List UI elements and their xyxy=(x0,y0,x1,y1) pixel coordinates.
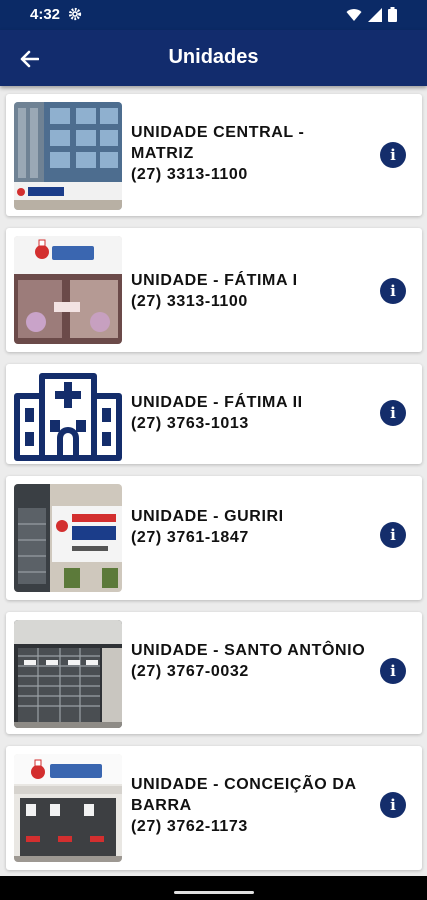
unit-name: UNIDADE - FÁTIMA I xyxy=(131,272,298,289)
unit-photo xyxy=(14,754,122,862)
info-button[interactable]: i xyxy=(380,792,406,818)
unit-name: UNIDADE - GURIRI xyxy=(131,508,284,525)
info-icon: i xyxy=(390,795,396,814)
unit-phone[interactable]: (27) 3313-1100 xyxy=(131,291,371,312)
unit-name: UNIDADE - CONCEIÇÃO DA BARRA xyxy=(131,776,357,814)
info-button[interactable]: i xyxy=(380,400,406,426)
info-button[interactable]: i xyxy=(380,522,406,548)
unit-name: UNIDADE CENTRAL - MATRIZ xyxy=(131,124,305,162)
battery-icon xyxy=(388,7,397,22)
signal-icon xyxy=(368,7,382,22)
unit-card-central-matriz[interactable]: UNIDADE CENTRAL - MATRIZ (27) 3313-1100 … xyxy=(6,94,422,216)
unit-phone[interactable]: (27) 3767-0032 xyxy=(131,661,371,682)
settings-gear-icon xyxy=(68,7,82,21)
info-button[interactable]: i xyxy=(380,142,406,168)
status-time: 4:32 xyxy=(30,6,61,23)
units-list[interactable]: UNIDADE CENTRAL - MATRIZ (27) 3313-1100 … xyxy=(0,86,427,876)
info-button[interactable]: i xyxy=(380,658,406,684)
home-gesture-handle[interactable] xyxy=(174,891,254,894)
unit-photo xyxy=(14,620,122,728)
unit-card-guriri[interactable]: UNIDADE - GURIRI (27) 3761-1847 i xyxy=(6,476,422,600)
unit-name: UNIDADE - FÁTIMA II xyxy=(131,394,303,411)
info-button[interactable]: i xyxy=(380,278,406,304)
unit-photo xyxy=(14,484,122,592)
unit-phone[interactable]: (27) 3761-1847 xyxy=(131,527,371,548)
hospital-building-icon xyxy=(14,366,122,462)
info-icon: i xyxy=(390,661,396,680)
page-title: Unidades xyxy=(168,46,259,68)
info-icon: i xyxy=(390,145,396,164)
unit-card-fatima-ii[interactable]: UNIDADE - FÁTIMA II (27) 3763-1013 i xyxy=(6,364,422,464)
unit-photo xyxy=(14,102,122,210)
unit-card-santo-antonio[interactable]: UNIDADE - SANTO ANTÔNIO (27) 3767-0032 i xyxy=(6,612,422,734)
unit-phone[interactable]: (27) 3763-1013 xyxy=(131,413,371,434)
unit-phone[interactable]: (27) 3313-1100 xyxy=(131,164,371,185)
system-navigation-bar xyxy=(0,876,427,900)
info-icon: i xyxy=(390,281,396,300)
wifi-icon xyxy=(346,8,362,21)
unit-card-conceicao-da-barra[interactable]: UNIDADE - CONCEIÇÃO DA BARRA (27) 3762-1… xyxy=(6,746,422,870)
info-icon: i xyxy=(390,403,396,422)
app-bar: Unidades xyxy=(0,30,427,86)
info-icon: i xyxy=(390,525,396,544)
status-bar: 4:32 xyxy=(0,0,427,30)
unit-photo xyxy=(14,236,122,344)
unit-card-fatima-i[interactable]: UNIDADE - FÁTIMA I (27) 3313-1100 i xyxy=(6,228,422,352)
unit-phone[interactable]: (27) 3762-1173 xyxy=(131,816,371,837)
unit-name: UNIDADE - SANTO ANTÔNIO xyxy=(131,642,366,659)
